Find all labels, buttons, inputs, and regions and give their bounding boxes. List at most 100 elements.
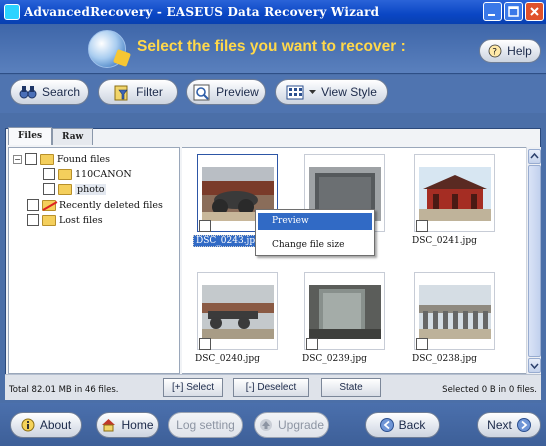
checkbox[interactable] <box>199 220 211 232</box>
checkbox[interactable] <box>416 220 428 232</box>
filter-icon <box>114 85 128 100</box>
scroll-up-button[interactable] <box>528 149 541 164</box>
help-label: Help <box>507 44 532 58</box>
filter-label: Filter <box>136 85 163 99</box>
about-button[interactable]: About <box>10 412 82 438</box>
scroll-down-button[interactable] <box>528 358 541 373</box>
checkbox[interactable] <box>416 338 428 350</box>
search-button[interactable]: Search <box>10 79 89 105</box>
svg-text:?: ? <box>492 48 497 58</box>
photo-thumbnail <box>419 285 491 339</box>
tab-raw[interactable]: Raw <box>52 128 94 145</box>
file-thumbnail[interactable] <box>304 272 385 350</box>
select-button[interactable]: [+] Select <box>163 378 223 397</box>
home-label: Home <box>121 418 154 432</box>
menu-item-change-file-size[interactable]: Change file size <box>258 237 372 254</box>
selected-size-text: Selected 0 B in 0 files. <box>442 385 537 395</box>
file-name: DSC_0238.jpg <box>412 354 477 364</box>
preview-label: Preview <box>216 85 259 99</box>
tree-item-lost-files[interactable]: Lost files <box>27 213 103 227</box>
deleted-folder-icon <box>42 199 56 211</box>
file-name: DSC_0241.jpg <box>412 236 477 246</box>
next-label: Next <box>487 418 512 432</box>
maximize-icon <box>508 6 519 17</box>
state-button[interactable]: State <box>321 378 381 397</box>
checkbox[interactable] <box>43 183 55 195</box>
tab-files[interactable]: Files <box>8 127 53 145</box>
file-thumbnail[interactable] <box>414 154 495 232</box>
menu-item-preview[interactable]: Preview <box>258 213 372 230</box>
file-name: DSC_0239.jpg <box>302 354 367 364</box>
toolbar: Search Filter Preview View Style <box>0 75 546 113</box>
wizard-header: Select the files you want to recover : ?… <box>0 24 546 74</box>
deselect-button[interactable]: [-] Deselect <box>233 378 309 397</box>
checkbox[interactable] <box>43 168 55 180</box>
app-logo <box>88 30 126 68</box>
tree-item-label: Lost files <box>59 214 103 226</box>
chevron-up-icon <box>530 152 539 159</box>
context-menu: Preview Change file size <box>255 209 375 256</box>
tree-item-label: Recently deleted files <box>59 199 163 211</box>
preview-icon <box>193 84 210 100</box>
info-icon <box>21 418 35 432</box>
log-setting-button[interactable]: Log setting <box>168 412 243 438</box>
tree-item-found-files[interactable]: − Found files <box>13 152 110 166</box>
home-button[interactable]: Home <box>96 412 159 438</box>
photo-thumbnail <box>419 167 491 221</box>
tree-item-label: Found files <box>57 153 111 165</box>
filter-button[interactable]: Filter <box>98 79 178 105</box>
checkbox[interactable] <box>306 338 318 350</box>
close-icon <box>530 7 539 16</box>
checkbox[interactable] <box>27 214 39 226</box>
view-style-label: View Style <box>321 85 377 99</box>
grid-view-icon <box>286 85 304 99</box>
page-title: Select the files you want to recover : <box>137 38 406 55</box>
checkbox[interactable] <box>27 199 39 211</box>
view-style-button[interactable]: View Style <box>275 79 388 105</box>
photo-thumbnail <box>309 285 381 339</box>
file-gallery: DSC_0243.jpg DSC_0241.jpg DSC_0240.jpg D… <box>182 147 526 374</box>
tree-item-photo[interactable]: photo <box>43 182 107 196</box>
preview-button[interactable]: Preview <box>186 79 266 105</box>
binoculars-icon <box>19 86 37 99</box>
search-label: Search <box>41 85 81 99</box>
checkbox[interactable] <box>199 338 211 350</box>
chevron-down-icon <box>309 90 317 94</box>
upgrade-icon <box>259 419 272 431</box>
total-size-text: Total 82.01 MB in 46 files. <box>9 385 119 395</box>
home-icon <box>102 419 116 432</box>
app-icon <box>4 4 20 20</box>
wizard-footer: About Home Log setting Upgrade Back Next <box>0 403 546 446</box>
checkbox[interactable] <box>25 153 37 165</box>
folder-icon <box>58 168 72 180</box>
log-setting-label: Log setting <box>176 418 235 432</box>
window-title: AdvancedRecovery - EASEUS Data Recovery … <box>24 5 380 19</box>
minimize-button[interactable] <box>483 2 502 21</box>
tree-item-recently-deleted[interactable]: Recently deleted files <box>27 198 163 212</box>
collapse-icon[interactable]: − <box>13 154 22 164</box>
file-thumbnail[interactable] <box>197 272 278 350</box>
upgrade-label: Upgrade <box>277 418 325 432</box>
file-name: DSC_0243.jpg <box>193 235 264 247</box>
title-bar[interactable]: AdvancedRecovery - EASEUS Data Recovery … <box>0 0 546 24</box>
back-label: Back <box>398 418 426 432</box>
maximize-button[interactable] <box>504 2 523 21</box>
tree-item-label: 110CANON <box>75 168 132 180</box>
file-thumbnail[interactable] <box>414 272 495 350</box>
folder-icon <box>40 153 54 165</box>
help-button[interactable]: ? Help <box>479 39 541 63</box>
help-icon: ? <box>488 44 502 58</box>
tree-item-110canon[interactable]: 110CANON <box>43 167 132 181</box>
next-arrow-icon <box>516 418 531 432</box>
file-name: DSC_0240.jpg <box>195 354 260 364</box>
back-arrow-icon <box>379 418 394 432</box>
next-button[interactable]: Next <box>477 412 541 438</box>
window-controls <box>483 2 544 21</box>
upgrade-button[interactable]: Upgrade <box>254 412 329 438</box>
vertical-scrollbar[interactable] <box>526 147 541 374</box>
chevron-down-icon <box>530 363 539 370</box>
scrollbar-thumb[interactable] <box>528 165 541 357</box>
close-button[interactable] <box>525 2 544 21</box>
folder-icon <box>58 183 72 195</box>
back-button[interactable]: Back <box>365 412 440 438</box>
